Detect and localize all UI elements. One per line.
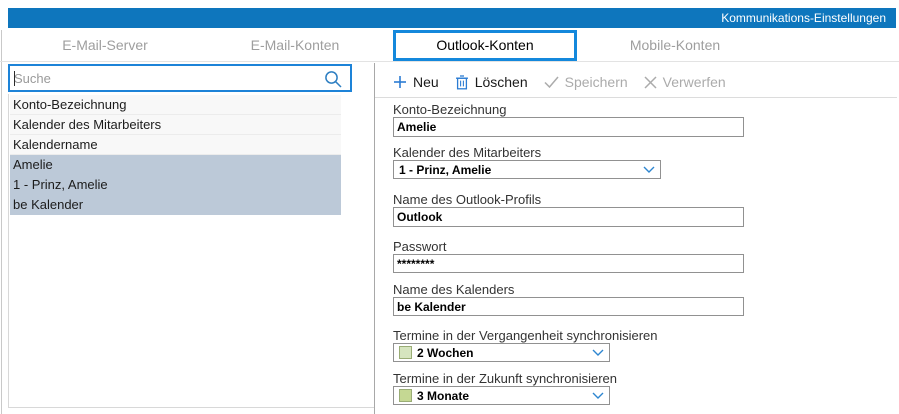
x-icon	[644, 76, 657, 89]
delete-button[interactable]: Löschen	[455, 74, 528, 90]
search-box	[8, 64, 352, 92]
new-button-label: Neu	[413, 74, 439, 90]
kalendername-input[interactable]	[393, 297, 744, 316]
duration-swatch-icon	[399, 389, 412, 402]
chevron-down-icon	[643, 166, 655, 173]
list-item-selected[interactable]: Amelie	[10, 155, 341, 175]
tab-email-server[interactable]: E-Mail-Server	[10, 30, 200, 61]
kalender-des-mitarbeiters-select[interactable]: 1 - Prinz, Amelie	[393, 160, 661, 179]
window-left-border	[1, 30, 2, 414]
field-label: Name des Kalenders	[393, 283, 744, 297]
text-caret	[14, 71, 15, 86]
field-label: Kalender des Mitarbeiters	[393, 146, 661, 160]
record-toolbar: Neu Löschen Speichern Verwerfen	[393, 69, 726, 95]
tab-email-konten[interactable]: E-Mail-Konten	[200, 30, 390, 61]
field-group-outlook-profil: Name des Outlook-Profils	[393, 193, 744, 227]
search-icon[interactable]	[324, 70, 343, 89]
field-label: Name des Outlook-Profils	[393, 193, 744, 207]
field-label: Termine in der Vergangenheit synchronisi…	[393, 329, 658, 343]
field-label: Passwort	[393, 240, 744, 254]
field-label: Konto-Bezeichnung	[393, 103, 744, 117]
window-titlebar: Kommunikations-Einstellungen	[8, 8, 896, 28]
field-group-konto-bezeichnung: Konto-Bezeichnung	[393, 103, 744, 137]
list-panel-left-border	[8, 94, 9, 407]
save-button-label: Speichern	[565, 74, 628, 90]
plus-icon	[393, 75, 407, 89]
chevron-down-icon	[592, 349, 604, 356]
list-item-selected[interactable]: be Kalender	[10, 195, 341, 215]
list-item[interactable]: Kalender des Mitarbeiters	[10, 115, 341, 135]
list-item[interactable]: Konto-Bezeichnung	[10, 95, 341, 115]
record-list: Konto-Bezeichnung Kalender des Mitarbeit…	[10, 95, 341, 215]
field-group-passwort: Passwort	[393, 240, 744, 273]
passwort-input[interactable]	[393, 254, 744, 273]
field-group-vergangenheit-sync: Termine in der Vergangenheit synchronisi…	[393, 329, 658, 362]
discard-button[interactable]: Verwerfen	[644, 74, 726, 90]
field-group-mitarbeiter-kalender: Kalender des Mitarbeiters 1 - Prinz, Ame…	[393, 146, 661, 179]
check-icon	[544, 76, 559, 88]
communication-settings-window: Kommunikations-Einstellungen E-Mail-Serv…	[0, 0, 899, 414]
outlook-profil-input[interactable]	[393, 207, 744, 227]
list-item[interactable]: Kalendername	[10, 135, 341, 155]
panel-separator	[374, 63, 375, 414]
chevron-down-icon	[592, 392, 604, 399]
save-button[interactable]: Speichern	[544, 74, 628, 90]
field-label: Termine in der Zukunft synchronisieren	[393, 372, 617, 386]
trash-icon	[455, 75, 469, 90]
discard-button-label: Verwerfen	[663, 74, 726, 90]
vergangenheit-sync-select[interactable]: 2 Wochen	[393, 343, 610, 362]
toolbar-separator	[375, 97, 897, 98]
tab-outlook-konten[interactable]: Outlook-Konten	[393, 30, 577, 61]
select-value: 3 Monate	[417, 389, 469, 403]
new-button[interactable]: Neu	[393, 74, 439, 90]
zukunft-sync-select[interactable]: 3 Monate	[393, 386, 610, 405]
select-value: 2 Wochen	[417, 346, 473, 360]
search-input[interactable]	[14, 68, 314, 88]
window-title: Kommunikations-Einstellungen	[8, 8, 896, 28]
delete-button-label: Löschen	[475, 74, 528, 90]
tab-mobile-konten[interactable]: Mobile-Konten	[580, 30, 770, 61]
duration-swatch-icon	[399, 346, 412, 359]
list-panel-bottom-border	[8, 407, 374, 408]
list-item-selected[interactable]: 1 - Prinz, Amelie	[10, 175, 341, 195]
select-value: 1 - Prinz, Amelie	[399, 163, 491, 177]
konto-bezeichnung-input[interactable]	[393, 117, 744, 137]
field-group-kalendername: Name des Kalenders	[393, 283, 744, 316]
tab-strip: E-Mail-Server E-Mail-Konten Outlook-Kont…	[0, 30, 899, 62]
field-group-zukunft-sync: Termine in der Zukunft synchronisieren 3…	[393, 372, 617, 405]
